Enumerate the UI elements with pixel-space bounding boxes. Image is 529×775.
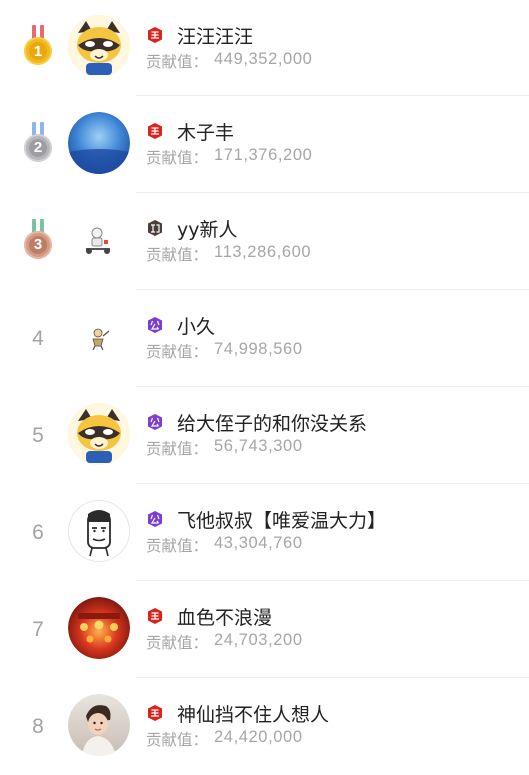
ranking-row-8[interactable]: 8 神仙挡不住人想人 贡献值： 24,420,000: [0, 678, 529, 775]
ranking-row-3[interactable]: 3 yy新人 贡献值： 113,286,600: [0, 193, 529, 290]
rank-number: 1: [29, 42, 47, 60]
rank-slot: 2: [14, 96, 62, 193]
contribution-value: 贡献值： 171,376,200: [146, 146, 313, 167]
user-name[interactable]: yy新人: [177, 215, 238, 242]
king-badge-icon: [146, 704, 164, 722]
entry-info: 血色不浪漫 贡献值： 24,703,200: [146, 581, 529, 678]
user-name[interactable]: 神仙挡不住人想人: [177, 700, 329, 727]
child-photo-avatar[interactable]: [68, 694, 130, 756]
raccoon-mascot-avatar[interactable]: [68, 403, 130, 465]
rank-number: 4: [32, 326, 44, 350]
entry-info: 神仙挡不住人想人 贡献值： 24,420,000: [146, 678, 529, 775]
rank-slot: 3: [14, 193, 62, 290]
rank-slot: 7: [14, 581, 62, 678]
user-name[interactable]: 飞他叔叔【唯爱温大力】: [177, 506, 386, 533]
rank-number: 3: [29, 235, 47, 254]
raccoon-mascot-avatar[interactable]: [68, 15, 130, 77]
king-badge-icon: [146, 122, 164, 140]
duke-badge-icon: [146, 510, 164, 528]
rank-slot: 4: [14, 290, 62, 387]
rank-number: 7: [32, 617, 44, 641]
rank-number: 8: [32, 714, 44, 738]
ranking-row-1[interactable]: 1 汪汪汪汪 贡献值： 449,352,000: [0, 0, 529, 96]
rank-number: 6: [32, 520, 44, 544]
user-name[interactable]: 木子丰: [177, 118, 234, 145]
ranking-row-5[interactable]: 5 给大侄子的和你没关系 贡献值： 56,743,300: [0, 387, 529, 484]
entry-info: 汪汪汪汪 贡献值： 449,352,000: [146, 0, 529, 96]
entry-info: 给大侄子的和你没关系 贡献值： 56,743,300: [146, 387, 529, 484]
ranking-row-4[interactable]: 4 小久 贡献值： 74,998,560: [0, 290, 529, 387]
king-badge-icon: [146, 26, 164, 44]
entry-info: 木子丰 贡献值： 171,376,200: [146, 96, 529, 193]
king-badge-icon: [146, 607, 164, 625]
sketch-face-avatar[interactable]: [68, 500, 130, 562]
cartoon-figure-avatar[interactable]: [68, 306, 130, 368]
duke-badge-icon: [146, 413, 164, 431]
cartoon-rider-avatar[interactable]: [68, 209, 130, 271]
bronze-medal-icon: 3: [23, 218, 53, 265]
contribution-value: 贡献值： 56,743,300: [146, 437, 303, 458]
user-name[interactable]: 血色不浪漫: [177, 603, 272, 630]
contribution-value: 贡献值： 24,420,000: [146, 728, 303, 749]
rank-slot: 8: [14, 678, 62, 775]
user-name[interactable]: 小久: [177, 312, 215, 339]
contribution-value: 贡献值： 24,703,200: [146, 631, 303, 652]
entry-info: yy新人 贡献值： 113,286,600: [146, 193, 529, 290]
silver-medal-icon: 2: [23, 121, 53, 168]
knight-badge-icon: [146, 219, 164, 237]
entry-info: 小久 贡献值： 74,998,560: [146, 290, 529, 387]
rank-number: 5: [32, 423, 44, 447]
contribution-value: 贡献值： 74,998,560: [146, 340, 303, 361]
duke-badge-icon: [146, 316, 164, 334]
contribution-value: 贡献值： 43,304,760: [146, 534, 303, 555]
gold-medal-icon: 1: [23, 25, 53, 71]
blue-sky-avatar[interactable]: [68, 112, 130, 174]
entry-info: 飞他叔叔【唯爱温大力】 贡献值： 43,304,760: [146, 484, 529, 581]
rank-slot: 1: [14, 0, 62, 96]
contribution-ranking-list: 1 汪汪汪汪 贡献值： 449,352,000 2 木子丰 贡献值： 171,3…: [0, 0, 529, 775]
ranking-row-7[interactable]: 7 血色不浪漫 贡献值： 24,703,200: [0, 581, 529, 678]
contribution-value: 贡献值： 449,352,000: [146, 50, 313, 71]
rank-number: 2: [29, 138, 47, 157]
red-lanterns-avatar[interactable]: [68, 597, 130, 659]
ranking-row-6[interactable]: 6 飞他叔叔【唯爱温大力】 贡献值： 43,304,760: [0, 484, 529, 581]
contribution-value: 贡献值： 113,286,600: [146, 243, 312, 264]
rank-slot: 6: [14, 484, 62, 581]
user-name[interactable]: 汪汪汪汪: [177, 22, 253, 49]
ranking-row-2[interactable]: 2 木子丰 贡献值： 171,376,200: [0, 96, 529, 193]
user-name[interactable]: 给大侄子的和你没关系: [177, 409, 367, 436]
rank-slot: 5: [14, 387, 62, 484]
